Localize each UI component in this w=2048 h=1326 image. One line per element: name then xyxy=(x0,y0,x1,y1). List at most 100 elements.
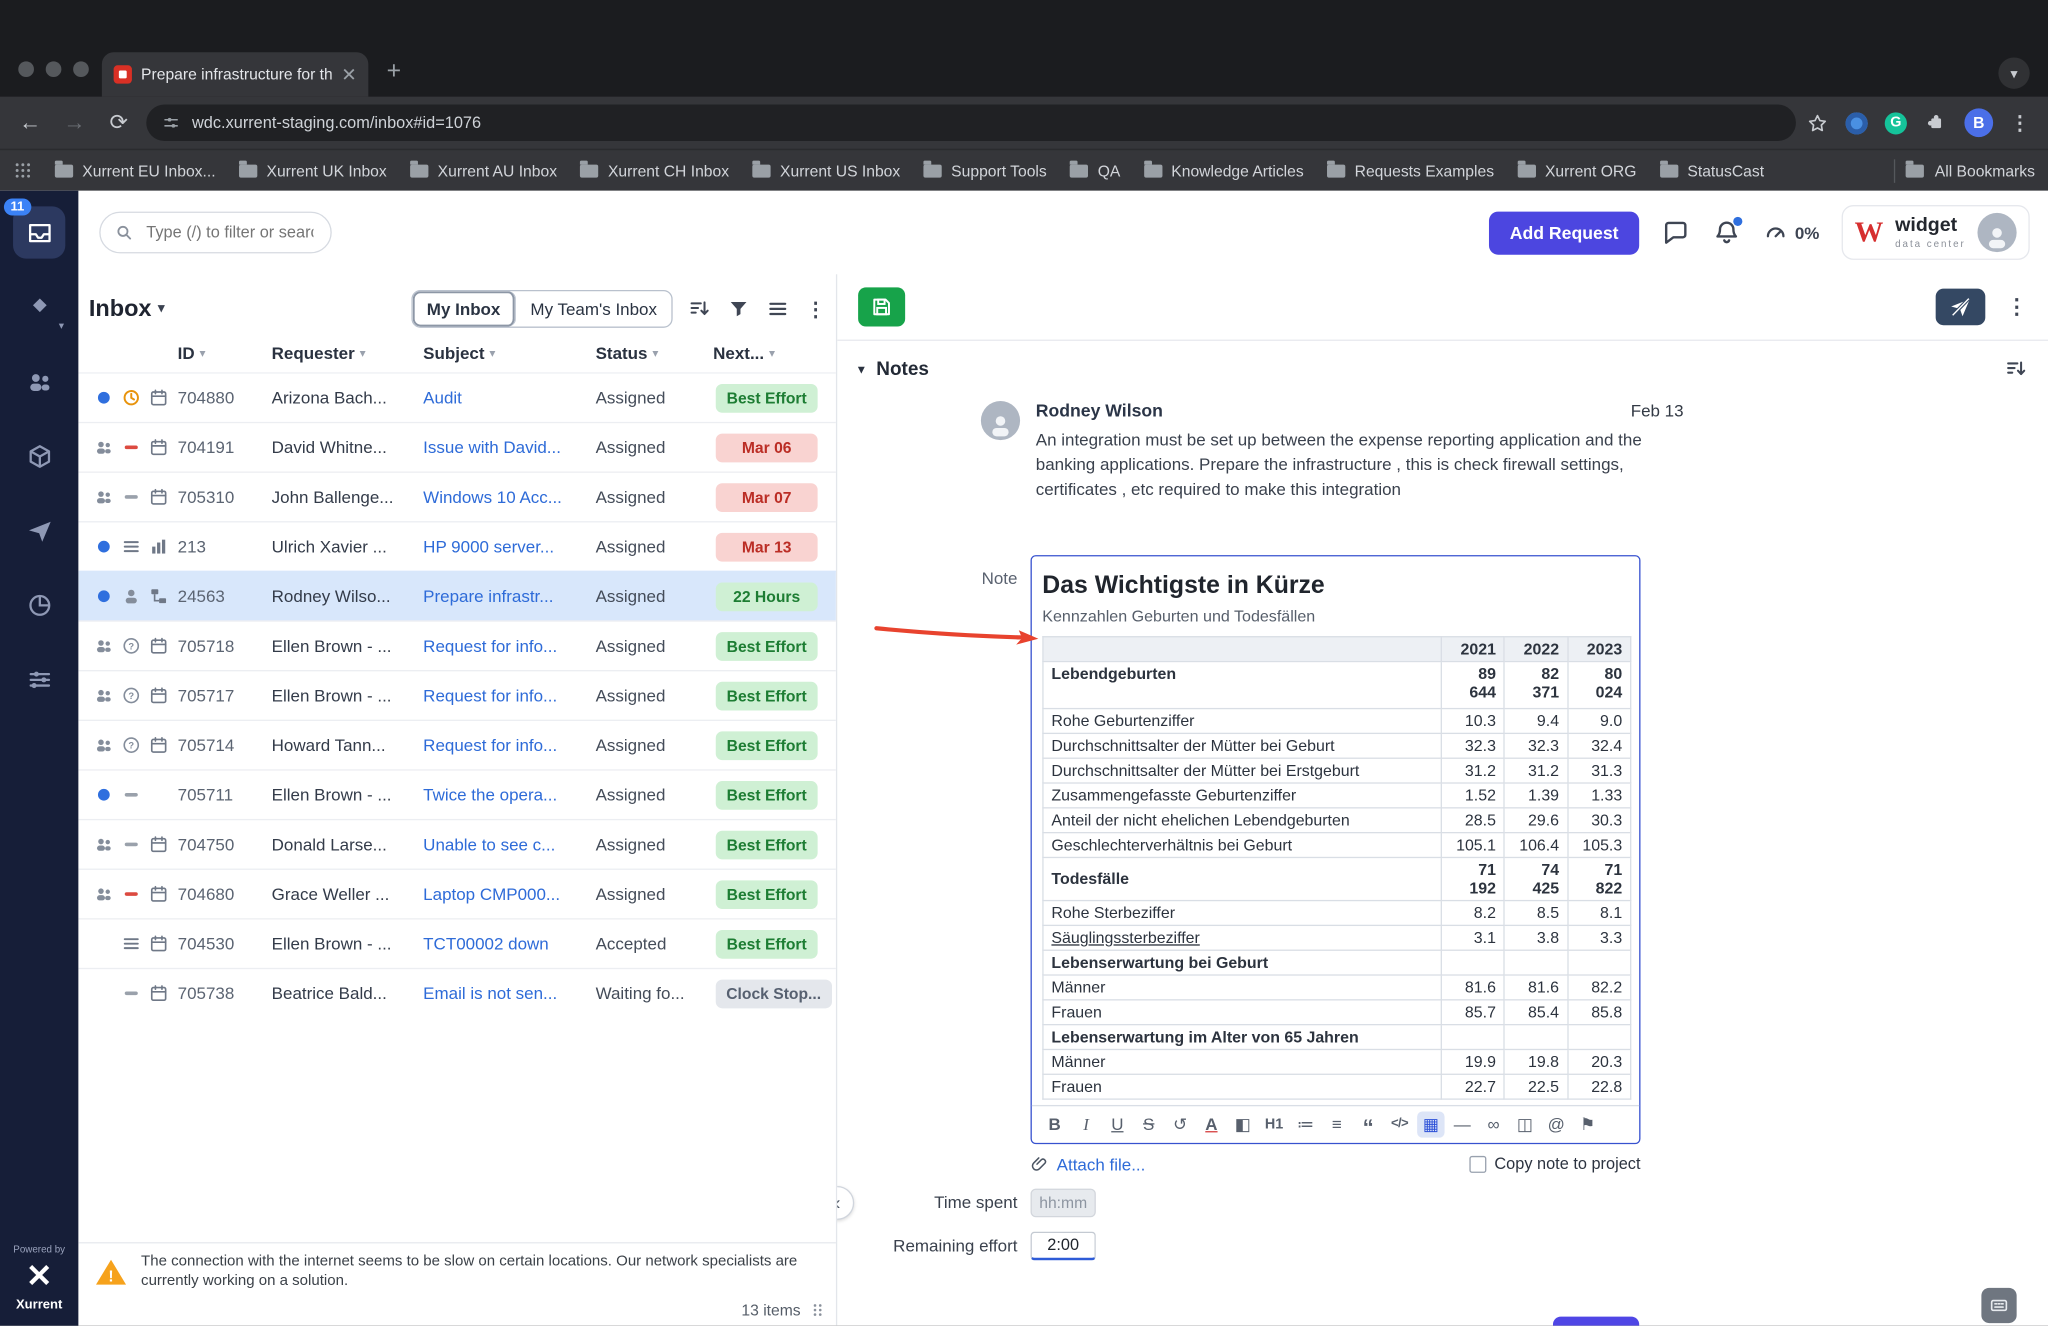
underline-button[interactable]: U xyxy=(1104,1111,1131,1137)
partial-primary-button[interactable] xyxy=(1552,1316,1640,1326)
row-subject-link[interactable]: TCT00002 down xyxy=(423,934,595,954)
sidebar-item-services[interactable] xyxy=(13,430,65,482)
all-bookmarks[interactable]: All Bookmarks xyxy=(1894,158,2035,183)
code-button[interactable]: </> xyxy=(1386,1111,1413,1137)
reload-button[interactable]: ⟳ xyxy=(102,106,136,140)
table-row[interactable]: 705718 Ellen Brown - ... Request for info.… xyxy=(78,620,836,670)
table-row[interactable]: 704191 David Whitne... Issue with David...… xyxy=(78,421,836,472)
table-row[interactable]: 705717 Ellen Brown - ... Request for info.… xyxy=(78,670,836,720)
tab-my-teams-inbox[interactable]: My Team's Inbox xyxy=(516,291,671,326)
bookmark-button[interactable]: ⚑ xyxy=(1574,1111,1601,1137)
extension-icon-blue[interactable] xyxy=(1845,111,1868,134)
new-tab-button[interactable]: + xyxy=(387,57,402,86)
bookmark-star-icon[interactable] xyxy=(1806,112,1828,134)
site-settings-icon[interactable] xyxy=(162,114,180,132)
back-button[interactable]: ← xyxy=(13,106,47,140)
table-row[interactable]: 24563 Rodney Wilso... Prepare infrastr... A… xyxy=(78,570,836,621)
bookmark-folder[interactable]: Xurrent US Inbox xyxy=(741,156,912,185)
time-spent-input[interactable]: hh:mm xyxy=(1030,1188,1096,1218)
window-close-button[interactable] xyxy=(18,61,34,78)
tab-close-icon[interactable]: ✕ xyxy=(341,63,356,85)
browser-menu-icon[interactable]: ⋮ xyxy=(2010,111,2030,134)
attach-file-link[interactable]: Attach file... xyxy=(1031,1154,1145,1174)
notes-section-header[interactable]: ▼ Notes xyxy=(837,341,2048,388)
table-button[interactable]: ▦ xyxy=(1417,1111,1445,1138)
notes-sort-icon[interactable] xyxy=(2005,358,2027,380)
bookmark-folder[interactable]: StatusCast xyxy=(1648,156,1776,185)
notifications-button[interactable] xyxy=(1713,216,1743,247)
row-subject-link[interactable]: Prepare infrastr... xyxy=(423,586,595,606)
global-search[interactable] xyxy=(99,211,332,254)
inbox-title[interactable]: Inbox ▾ xyxy=(89,295,165,322)
window-controls[interactable] xyxy=(18,61,89,78)
user-avatar[interactable] xyxy=(1977,212,2017,253)
table-row[interactable]: 213 Ulrich Xavier ... HP 9000 server... Ass… xyxy=(78,521,836,571)
drag-handle-icon[interactable] xyxy=(810,1302,826,1318)
note-editor-body[interactable]: Das Wichtigste in Kürze Kennzahlen Gebur… xyxy=(1032,556,1639,1105)
column-header[interactable]: ID ▾ xyxy=(178,344,272,364)
bookmark-folder[interactable]: QA xyxy=(1059,156,1133,185)
highlight-button[interactable]: ◧ xyxy=(1229,1111,1256,1137)
note-editor[interactable]: Das Wichtigste in Kürze Kennzahlen Gebur… xyxy=(1030,554,1641,1145)
account-brand-card[interactable]: W widget data center xyxy=(1841,205,2030,260)
tab-my-inbox[interactable]: My Inbox xyxy=(412,291,517,327)
bookmark-folder[interactable]: Xurrent CH Inbox xyxy=(569,156,741,185)
column-header[interactable]: Subject ▾ xyxy=(423,344,595,364)
sidebar-item-people[interactable] xyxy=(13,355,65,407)
forward-button[interactable]: → xyxy=(57,106,91,140)
browser-overlay-widget[interactable] xyxy=(1981,1287,2017,1324)
sidebar-item-settings[interactable] xyxy=(13,653,65,705)
list-view-icon[interactable] xyxy=(767,298,789,320)
table-row[interactable]: 704880 Arizona Bach... Audit Assigned Best E… xyxy=(78,372,836,422)
note-author-avatar[interactable] xyxy=(980,400,1021,441)
table-row[interactable]: 705310 John Ballenge... Windows 10 Acc... A… xyxy=(78,471,836,522)
inbox-more-icon[interactable]: ⋮ xyxy=(806,297,826,320)
italic-button[interactable]: I xyxy=(1072,1111,1099,1137)
text-color-button[interactable]: A xyxy=(1198,1111,1225,1137)
browser-tab[interactable]: Prepare infrastructure for the ✕ xyxy=(101,52,369,97)
browser-profile-avatar[interactable]: B xyxy=(1964,108,1994,138)
bookmark-folder[interactable]: Xurrent EU Inbox... xyxy=(43,156,227,185)
link-button[interactable]: ∞ xyxy=(1480,1111,1507,1137)
row-subject-link[interactable]: Request for info... xyxy=(423,636,595,656)
row-subject-link[interactable]: Issue with David... xyxy=(423,438,595,458)
completion-gauge[interactable]: 0% xyxy=(1763,220,1819,245)
sidebar-item-workflows[interactable] xyxy=(13,504,65,556)
bold-button[interactable]: B xyxy=(1041,1111,1068,1137)
row-subject-link[interactable]: HP 9000 server... xyxy=(423,537,595,557)
add-request-button[interactable]: Add Request xyxy=(1488,210,1640,255)
row-subject-link[interactable]: Twice the opera... xyxy=(423,785,595,805)
row-subject-link[interactable]: Windows 10 Acc... xyxy=(423,487,595,507)
bookmark-folder[interactable]: Xurrent UK Inbox xyxy=(227,156,398,185)
extension-icon-grammar[interactable]: G xyxy=(1884,111,1907,134)
blockquote-button[interactable]: “ xyxy=(1354,1111,1381,1139)
tab-search-button[interactable]: ▾ xyxy=(1998,57,2030,89)
copy-note-checkbox[interactable] xyxy=(1469,1155,1487,1173)
bookmark-folder[interactable]: Xurrent AU Inbox xyxy=(398,156,568,185)
table-row[interactable]: 704750 Donald Larse... Unable to see c... A… xyxy=(78,818,836,869)
row-subject-link[interactable]: Unable to see c... xyxy=(423,835,595,855)
strikethrough-button[interactable]: S xyxy=(1135,1111,1162,1137)
search-input[interactable] xyxy=(143,222,317,243)
remaining-effort-input[interactable]: 2:00 xyxy=(1030,1231,1096,1261)
row-subject-link[interactable]: Request for info... xyxy=(423,686,595,706)
window-minimize-button[interactable] xyxy=(45,61,62,78)
address-bar[interactable]: wdc.xurrent-staging.com/inbox#id=1076 xyxy=(146,104,1796,142)
chat-button[interactable] xyxy=(1662,218,1691,247)
filter-icon[interactable] xyxy=(728,298,750,320)
table-row[interactable]: 704530 Ellen Brown - ... TCT00002 down Acce… xyxy=(78,918,836,968)
column-header[interactable]: Next... ▾ xyxy=(713,344,825,364)
table-row[interactable]: 705714 Howard Tann... Request for info... A… xyxy=(78,719,836,770)
table-row[interactable]: 704680 Grace Weller ... Laptop CMP000... As… xyxy=(78,868,836,919)
bookmark-folder[interactable]: Requests Examples xyxy=(1315,156,1505,185)
extensions-puzzle-icon[interactable] xyxy=(1924,111,1948,135)
column-header[interactable]: Requester ▾ xyxy=(272,344,424,364)
column-header[interactable]: Status ▾ xyxy=(596,344,714,364)
image-button[interactable]: ◫ xyxy=(1511,1111,1538,1137)
horizontal-rule-button[interactable]: — xyxy=(1448,1111,1475,1137)
row-subject-link[interactable]: Email is not sen... xyxy=(423,984,595,1004)
window-zoom-button[interactable] xyxy=(73,61,89,78)
bookmark-folder[interactable]: Support Tools xyxy=(912,156,1059,185)
row-subject-link[interactable]: Request for info... xyxy=(423,735,595,755)
mention-button[interactable]: @ xyxy=(1543,1111,1570,1137)
